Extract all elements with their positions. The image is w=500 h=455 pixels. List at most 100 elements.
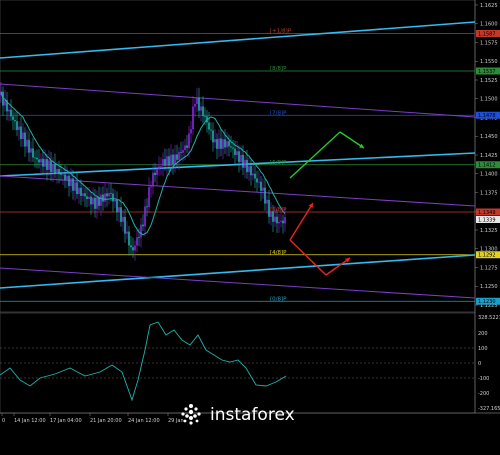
candle-body (182, 149, 184, 153)
indicator-tick-label: 0 (478, 361, 481, 367)
price-tag-label: 1.1230 (478, 299, 496, 305)
price-tags: 1.1587 1.1537 1.1478 1.1412 1.13491.1339 1.12… (476, 30, 500, 305)
candle-body (234, 148, 236, 156)
candle-body (154, 172, 156, 176)
candle-body (158, 166, 160, 170)
candle-body (176, 154, 178, 160)
candle-body (30, 148, 32, 153)
candle-body (26, 139, 28, 147)
candle-body (230, 146, 232, 148)
candle-body (150, 186, 152, 188)
candle-body (34, 157, 36, 159)
candle-body (74, 182, 76, 191)
candle-body (38, 159, 40, 163)
candle-body (138, 237, 140, 239)
murrey-level-label: [7/8]P (270, 110, 287, 116)
candle-body (72, 178, 74, 191)
candle-body (8, 109, 10, 112)
indicator-tick-label: 100 (478, 346, 488, 352)
candle-body (120, 207, 122, 222)
candle-body (168, 156, 170, 166)
candle-body (14, 119, 16, 122)
candle-body (86, 196, 88, 200)
candle-body (226, 141, 228, 148)
candle-body (218, 138, 220, 149)
price-tick-label: 1.1400 (480, 172, 498, 178)
candle-body (172, 154, 174, 165)
candle-body (240, 154, 242, 163)
murrey-level-label: [8/8]P (270, 66, 287, 72)
indicator-tick-label: 328.5227 (478, 315, 500, 321)
candle-body (232, 147, 234, 149)
candle-body (140, 224, 142, 238)
candle-body (96, 197, 98, 209)
candle-body (254, 173, 256, 179)
candle-body (36, 157, 38, 160)
price-tick-label: 1.1375 (480, 190, 498, 196)
candle-body (224, 139, 226, 148)
candle-body (198, 97, 200, 111)
indicator-tick-label: -327.1657 (478, 406, 500, 412)
candle-body (118, 207, 120, 213)
candle-body (278, 221, 280, 224)
candle-body (242, 154, 244, 168)
candle-body (130, 245, 132, 248)
time-tick-label: 21 Jan 20:00 (90, 418, 122, 424)
price-tag-label: 1.1537 (478, 69, 496, 75)
candle-body (90, 196, 92, 205)
candle-body (262, 187, 264, 191)
price-tick-label: 1.1450 (480, 134, 498, 140)
price-tag-label: 1.1292 (478, 253, 496, 259)
candle-body (160, 165, 162, 167)
candle-body (202, 106, 204, 117)
candle-body (264, 187, 266, 204)
candle-body (58, 169, 60, 175)
candle-body (136, 237, 138, 246)
candle-body (28, 139, 30, 153)
candle-body (110, 192, 112, 194)
candle-body (200, 106, 202, 111)
price-tick-label: 1.1575 (480, 40, 498, 46)
instaforex-watermark: instaforex (178, 402, 308, 428)
price-tick-label: 1.1325 (480, 228, 498, 234)
candle-body (156, 169, 158, 176)
candle-body (50, 160, 52, 173)
candle-body (194, 103, 196, 107)
candle-body (238, 151, 240, 163)
candle-body (128, 231, 130, 246)
candle-body (178, 151, 180, 160)
candle-body (4, 100, 6, 106)
candle-body (48, 160, 50, 170)
candle-body (94, 197, 96, 209)
candle-body (42, 158, 44, 167)
price-tick-label: 1.1600 (480, 22, 498, 28)
candle-body (122, 216, 124, 222)
price-tag-label: 1.1339 (478, 217, 496, 223)
candle-body (66, 175, 68, 181)
price-chart[interactable]: [+1/8]P [8/8]P [7/8]P [6/8]P [5/8]P [4/8]P [0/… (0, 0, 500, 455)
candle-body (148, 187, 150, 208)
candle-body (236, 151, 238, 156)
candle-body (10, 109, 12, 117)
candle-body (162, 159, 164, 166)
candle-body (64, 174, 66, 181)
candle-body (56, 169, 58, 174)
candle-body (126, 231, 128, 234)
candle-body (52, 164, 54, 173)
candle-body (102, 194, 104, 202)
candle-body (60, 174, 62, 176)
candle-body (274, 216, 276, 222)
candle-body (212, 130, 214, 143)
price-tag-label: 1.1478 (478, 113, 496, 119)
candle-body (180, 151, 182, 153)
candle-body (166, 156, 168, 166)
candle-body (252, 173, 254, 176)
candle-body (106, 193, 108, 197)
price-tick-label: 1.1275 (480, 265, 498, 271)
time-axis: 0 14 Jan 12:00 17 Jan 04:00 21 Jan 20:00 24 … (1, 413, 184, 424)
candle-body (174, 154, 176, 165)
candle-body (24, 132, 26, 147)
candle-body (246, 159, 248, 173)
candle-body (76, 182, 78, 195)
candle-body (152, 172, 154, 187)
